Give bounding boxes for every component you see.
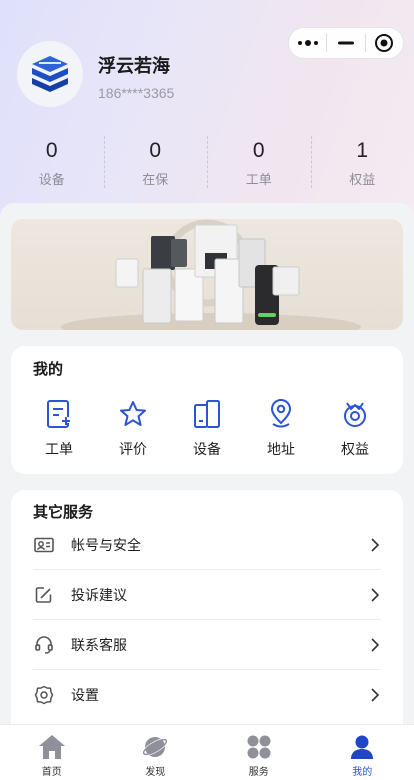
stat-label: 设备 <box>38 173 65 188</box>
services-card: 其它服务 帐号与安全 投诉建议 联系客服 设置 <box>11 490 403 740</box>
logo-icon <box>32 56 68 92</box>
gear-icon <box>33 684 55 706</box>
stat-value: 0 <box>149 139 162 162</box>
id-card-icon <box>33 534 55 556</box>
appliances-image <box>61 219 361 330</box>
stat-label: 权益 <box>349 173 376 188</box>
service-item-label: 帐号与安全 <box>71 537 141 554</box>
work-order-icon <box>22 398 96 430</box>
stat-value: 0 <box>45 139 58 162</box>
close-mini-program-icon[interactable] <box>366 28 403 58</box>
services-list: 帐号与安全 投诉建议 联系客服 设置 <box>33 520 381 720</box>
stat-warranty[interactable]: 0 在保 <box>103 134 208 194</box>
stat-value: 0 <box>252 139 265 162</box>
chevron-right-icon <box>367 688 381 702</box>
chevron-right-icon <box>367 587 381 602</box>
stat-benefits[interactable]: 1 权益 <box>310 134 414 194</box>
service-item-label: 投诉建议 <box>71 587 127 604</box>
services-title: 其它服务 <box>33 503 94 521</box>
product-banner[interactable] <box>11 219 403 330</box>
headset-icon <box>33 634 55 656</box>
service-item-account-security[interactable]: 帐号与安全 <box>33 520 381 570</box>
mine-title: 我的 <box>33 360 64 378</box>
service-item-label: 设置 <box>71 688 99 704</box>
mine-item-label: 权益 <box>341 442 369 458</box>
stat-devices[interactable]: 0 设备 <box>0 134 104 194</box>
location-icon <box>244 398 318 430</box>
minimize-icon[interactable] <box>327 28 364 58</box>
home-icon <box>0 734 104 760</box>
service-item-settings[interactable]: 设置 <box>33 670 381 720</box>
mine-item-label: 地址 <box>267 442 295 458</box>
tab-mine[interactable]: 我的 <box>311 725 414 780</box>
planet-icon <box>104 734 208 760</box>
username: 浮云若海 <box>98 56 170 77</box>
mine-item-device[interactable]: 设备 <box>170 398 244 459</box>
mine-item-address[interactable]: 地址 <box>244 398 318 459</box>
mine-item-label: 工单 <box>45 442 73 458</box>
stat-work-orders[interactable]: 0 工单 <box>207 134 311 194</box>
tab-discover[interactable]: 发现 <box>104 725 208 780</box>
edit-icon <box>33 584 55 606</box>
service-item-complaints[interactable]: 投诉建议 <box>33 570 381 620</box>
mine-item-label: 评价 <box>119 442 147 458</box>
mine-item-work-order[interactable]: 工单 <box>22 398 96 459</box>
stat-label: 工单 <box>245 173 272 188</box>
user-icon <box>311 734 414 760</box>
tab-service[interactable]: 服务 <box>207 725 311 780</box>
mine-item-benefits[interactable]: 权益 <box>318 398 392 459</box>
service-item-label: 联系客服 <box>71 637 127 654</box>
stat-label: 在保 <box>142 173 169 188</box>
chevron-right-icon <box>367 637 381 652</box>
mini-program-capsule <box>288 27 404 59</box>
badge-icon <box>318 398 392 430</box>
tab-label: 发现 <box>145 767 166 778</box>
mine-grid: 工单 评价 设备 地址 权益 <box>22 398 392 459</box>
star-icon <box>96 398 170 430</box>
bottom-tab-bar: 首页 发现 服务 我的 <box>0 724 414 780</box>
stat-value: 1 <box>356 139 369 162</box>
mine-item-label: 设备 <box>193 442 221 458</box>
more-menu-icon[interactable] <box>289 28 326 58</box>
tab-home[interactable]: 首页 <box>0 725 104 780</box>
avatar[interactable] <box>17 41 83 107</box>
stats-row: 0 设备 0 在保 0 工单 1 权益 <box>0 134 414 194</box>
tab-label: 我的 <box>352 767 373 778</box>
grid-icon <box>207 734 311 760</box>
phone-number: 186****3365 <box>98 85 175 101</box>
service-item-customer-service[interactable]: 联系客服 <box>33 620 381 670</box>
chevron-right-icon <box>367 537 381 552</box>
tab-label: 首页 <box>41 767 62 778</box>
tab-label: 服务 <box>248 767 269 778</box>
mine-item-review[interactable]: 评价 <box>96 398 170 459</box>
device-icon <box>170 398 244 430</box>
mine-card: 我的 工单 评价 设备 地址 权益 <box>11 346 403 474</box>
